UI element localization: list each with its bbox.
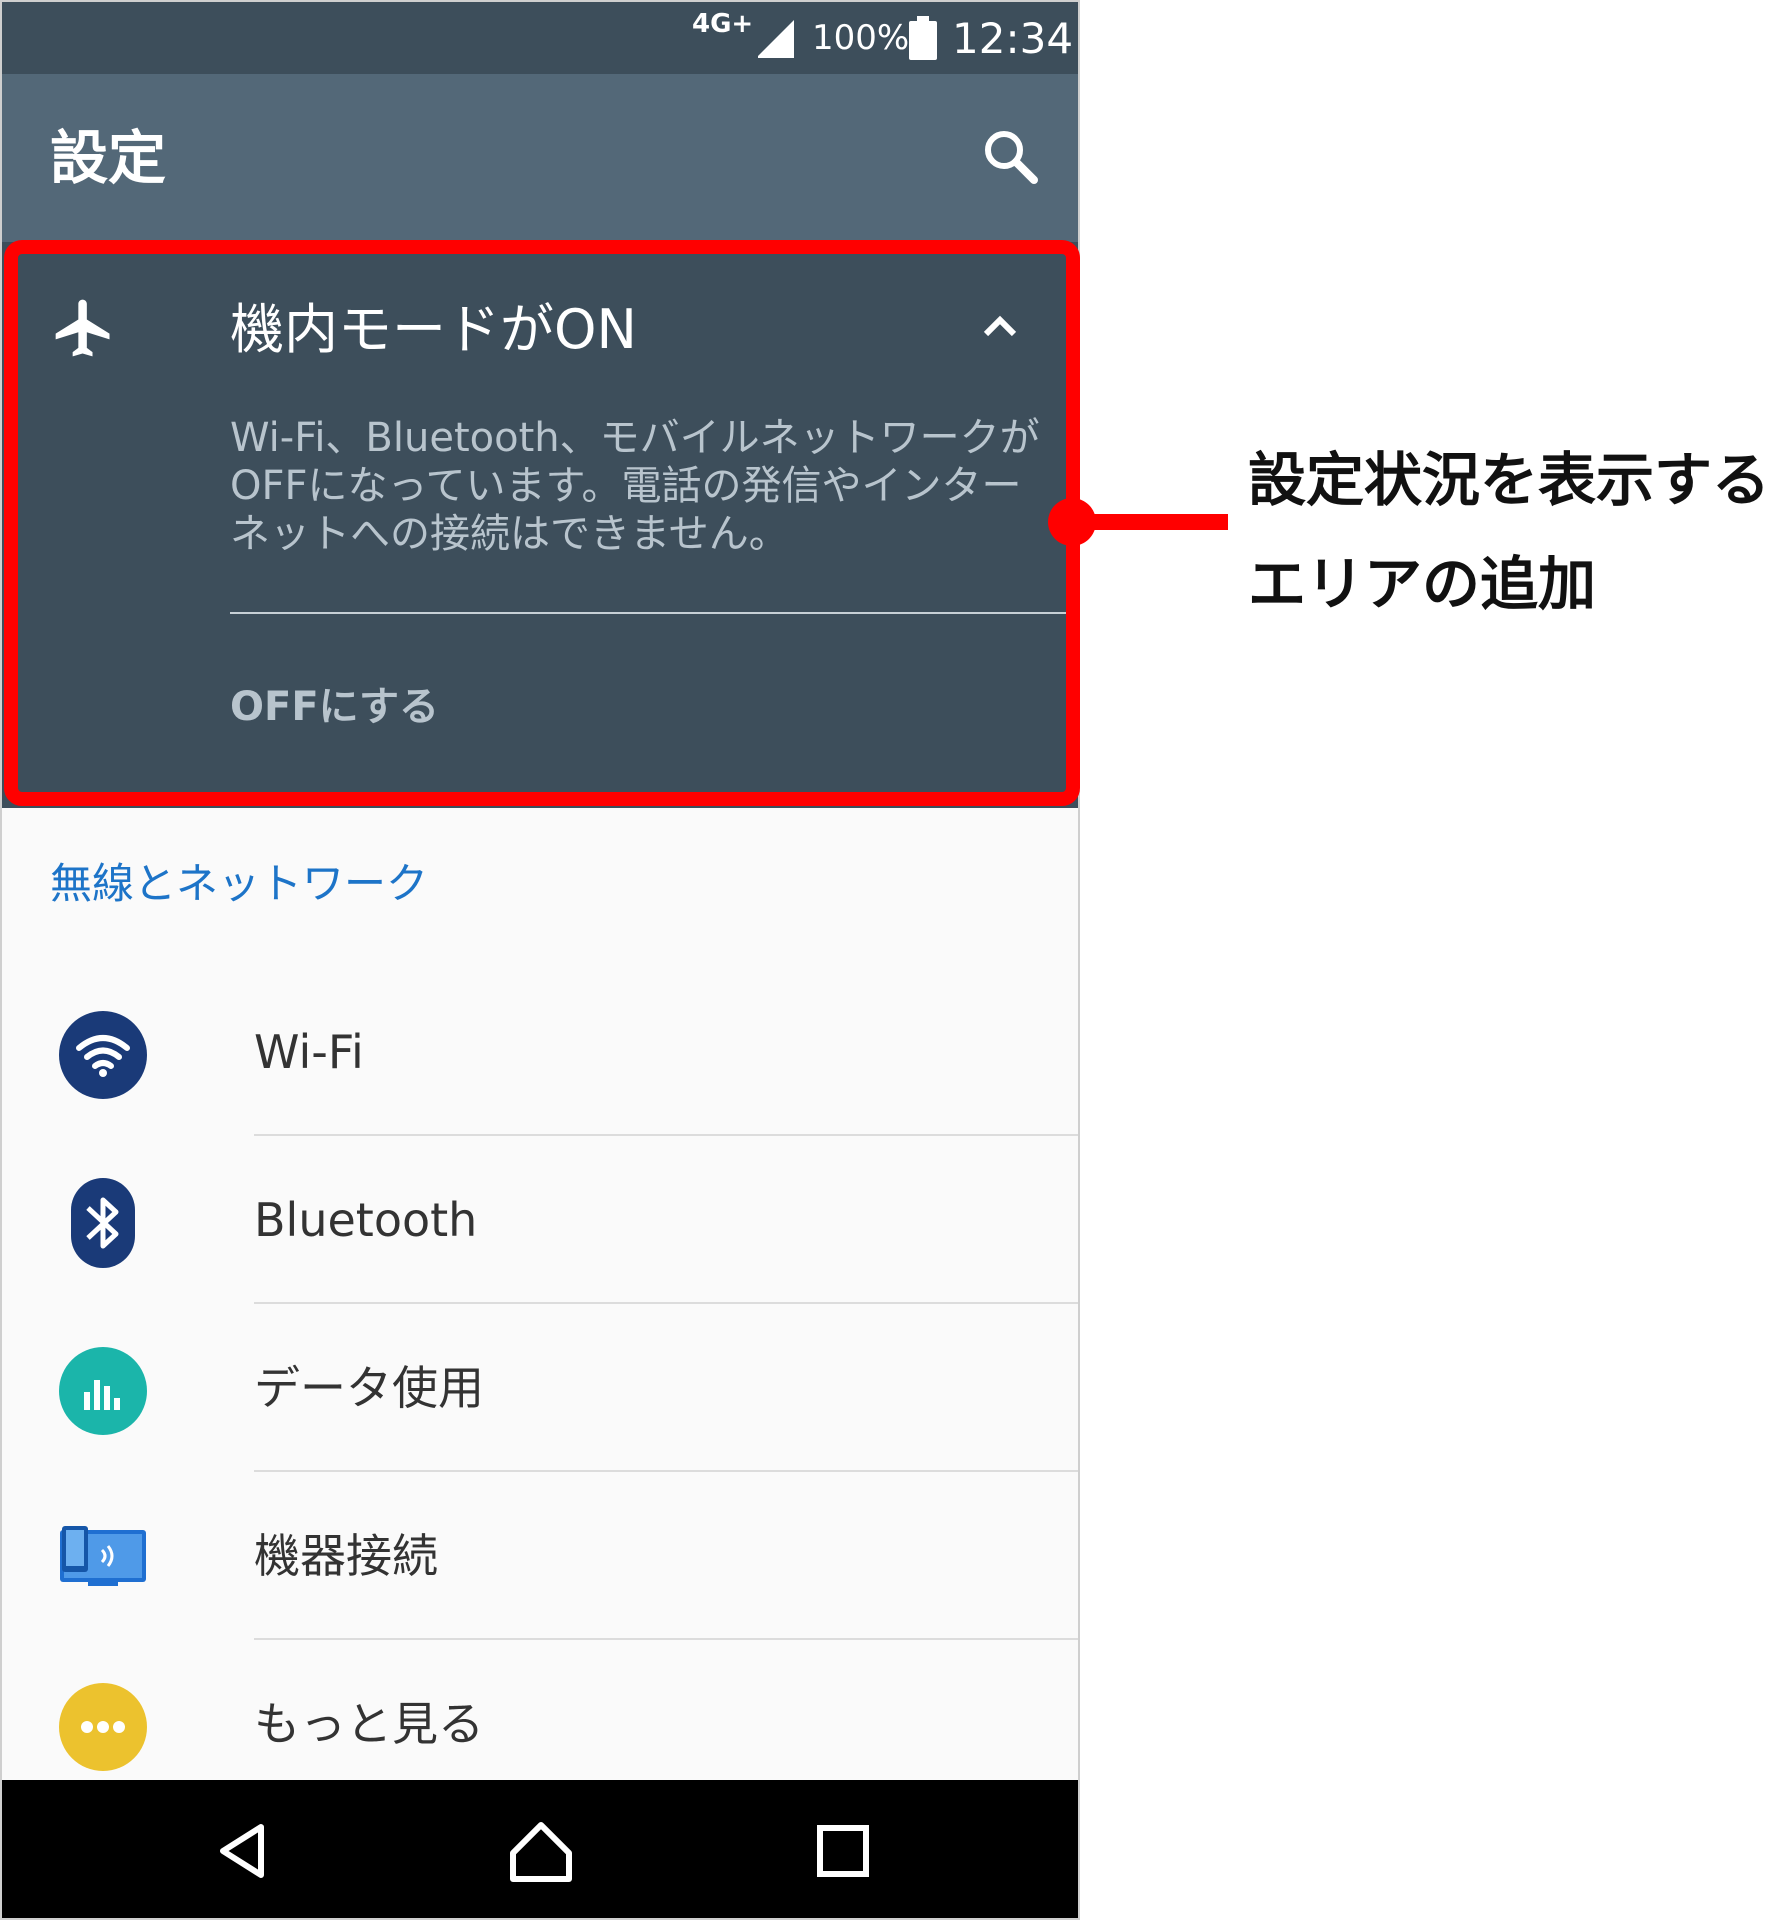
list-item-label: Wi-Fi [254,1025,364,1079]
wifi-icon [58,1010,148,1100]
network-type: 4G+ [692,9,754,39]
callout-dot [1048,498,1096,546]
back-button[interactable] [198,1806,288,1896]
list-item-label: もっと見る [254,1697,484,1751]
clock: 12:34 [952,13,1074,63]
list-item-device-connection[interactable]: 機器接続 [2,1472,1078,1640]
recents-button[interactable] [798,1806,888,1896]
list-item-data-usage[interactable]: データ使用 [2,1304,1078,1472]
home-button[interactable] [496,1806,586,1896]
bluetooth-icon [58,1178,148,1268]
data-usage-icon [58,1346,148,1436]
recents-icon [817,1825,869,1877]
app-bar: 設定 [2,74,1078,242]
callout-text: 設定状況を表示する エリアの追加 [1248,428,1770,636]
search-button[interactable] [970,116,1050,196]
more-icon [58,1682,148,1772]
list-item-label: 機器接続 [254,1529,438,1583]
back-icon [220,1824,264,1878]
callout-line-1: 設定状況を表示する [1248,446,1771,514]
status-bar: 4G+ 100% 12:34 [2,2,1078,74]
battery-icon [908,2,938,74]
list-item-bluetooth[interactable]: Bluetooth [2,1136,1078,1304]
list-item-wifi[interactable]: Wi-Fi [2,968,1078,1136]
home-icon [510,1822,572,1882]
callout-line-2: エリアの追加 [1248,550,1597,618]
figure: 4G+ 100% 12:34 設定 機内モードがON Wi-Fi、Bluetoo… [0,0,1784,1920]
list-item-label: データ使用 [254,1361,484,1415]
device-connection-icon [58,1514,148,1604]
highlight-box [4,240,1080,806]
signal-icon [754,2,798,74]
page-title: 設定 [50,124,167,192]
search-icon [985,131,1038,184]
navigation-bar [2,1780,1078,1918]
list-item-label: Bluetooth [254,1193,478,1247]
battery-percentage: 100% [812,18,910,58]
section-header: 無線とネットワーク [50,859,429,908]
callout-line [1090,514,1228,530]
